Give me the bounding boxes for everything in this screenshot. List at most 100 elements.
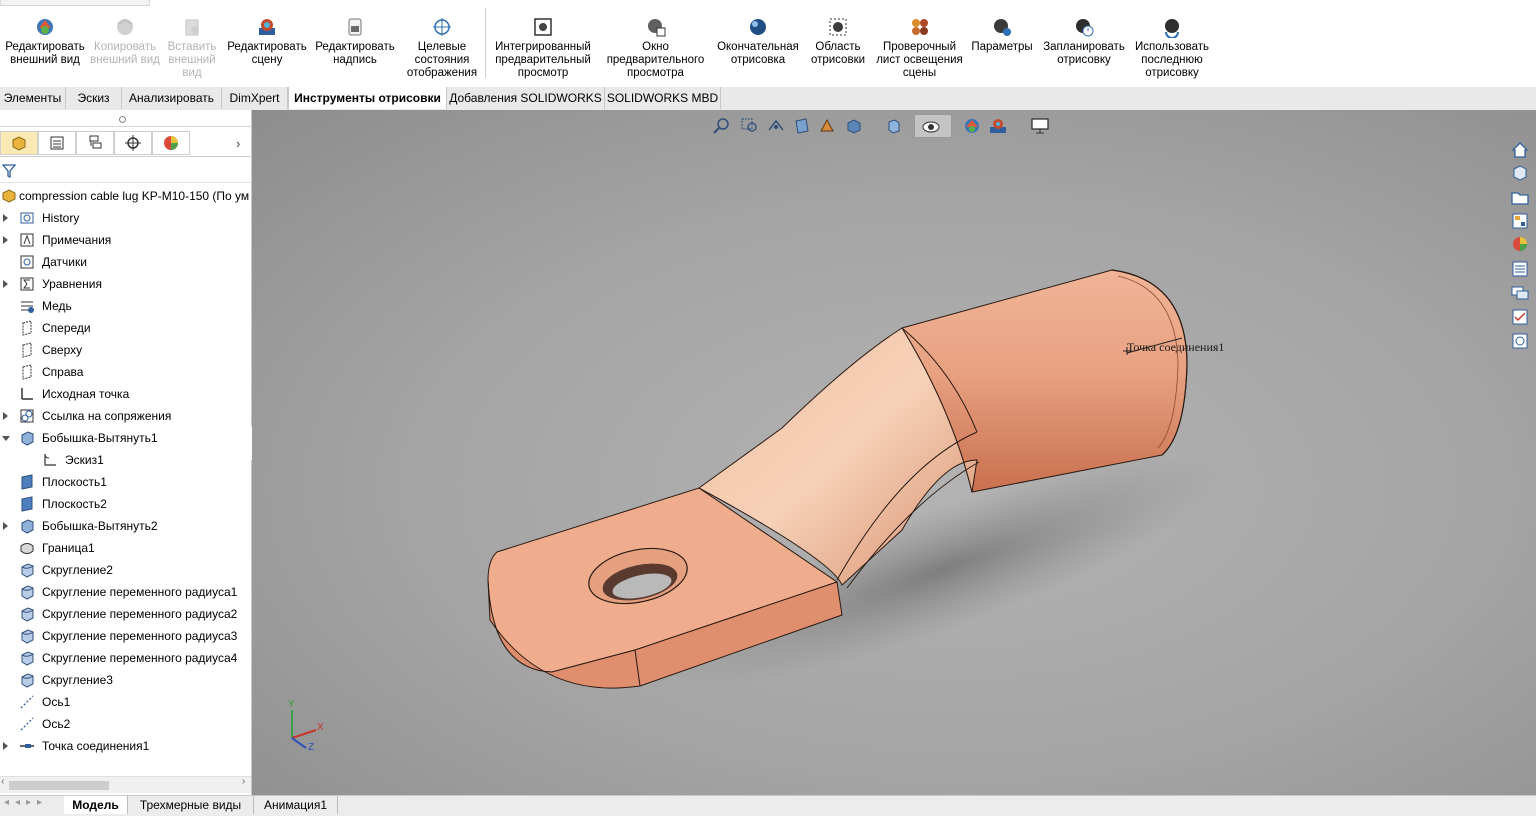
custom-properties-icon — [1512, 261, 1528, 277]
tab-scroll-arrows-icon[interactable]: ◂◂▸▸ — [4, 797, 48, 808]
task-pane-design-checker[interactable] — [1510, 307, 1534, 329]
tab-model[interactable]: Модель — [64, 796, 128, 814]
expand-arrow-icon[interactable] — [3, 214, 8, 222]
tab-feature-manager[interactable] — [0, 131, 38, 155]
task-pane-appearances[interactable] — [1510, 234, 1534, 256]
tree-item[interactable]: Точка соединения1 — [0, 735, 251, 757]
edit-appearance-button[interactable]: Редактировать внешний вид — [4, 16, 86, 67]
render-region-button[interactable]: Область отрисовки — [806, 16, 870, 67]
tree-item[interactable]: Сверху — [0, 339, 251, 361]
edit-decal-button[interactable]: Редактировать надпись — [312, 16, 398, 67]
tree-item[interactable]: Датчики — [0, 251, 251, 273]
task-pane-solidworks-forum[interactable] — [1510, 331, 1534, 353]
tree-item[interactable]: Ось2 — [0, 713, 251, 735]
tree-item[interactable]: Скругление переменного радиуса1 — [0, 581, 251, 603]
schedule-render-button[interactable]: Запланировать отрисовку — [1040, 16, 1128, 67]
tree-item[interactable]: Бобышка-Вытянуть2 — [0, 515, 251, 537]
target-display-states-button[interactable]: Целевые состояния отображения — [401, 16, 483, 80]
tab-features[interactable]: Элементы — [0, 87, 66, 109]
expand-arrow-icon[interactable] — [3, 742, 8, 750]
tree-horizontal-scrollbar[interactable]: ‹ › — [0, 776, 251, 793]
task-pane-custom-properties[interactable] — [1510, 259, 1534, 281]
task-pane-home[interactable] — [1510, 140, 1534, 162]
plane-icon — [22, 320, 32, 336]
tab-3d-views[interactable]: Трехмерные виды — [128, 796, 254, 814]
quick-access-stub — [0, 0, 150, 6]
tree-item[interactable]: Ось1 — [0, 691, 251, 713]
feature-manager-panel: › compression cable lug KP-M10-150 (По у… — [0, 110, 252, 795]
edit-scene-button[interactable]: Редактировать сцену — [224, 16, 310, 67]
cable-lug-model[interactable] — [252, 110, 1536, 795]
filter-icon[interactable] — [2, 164, 16, 178]
fillet-icon — [21, 651, 34, 666]
graphics-viewport[interactable]: ◧ ◨ – ❐ ✕ — [252, 110, 1536, 795]
collapse-arrow-icon[interactable] — [2, 436, 10, 441]
tree-item[interactable]: Спереди — [0, 317, 251, 339]
expand-arrow-icon[interactable] — [3, 522, 8, 530]
tab-dimxpert[interactable]: DimXpert — [222, 87, 288, 109]
forum-icon — [1511, 286, 1529, 300]
connection-point-label[interactable]: Точка соединения1 — [1127, 340, 1224, 355]
preview-window-button[interactable]: Окно предварительного просмотра — [602, 16, 709, 80]
tab-display-manager[interactable] — [152, 131, 190, 155]
tree-item[interactable]: Скругление переменного радиуса2 — [0, 603, 251, 625]
edit-scene-icon — [259, 19, 275, 35]
tree-item-label: Уравнения — [42, 277, 102, 291]
tree-item[interactable]: Эскиз1 — [0, 449, 251, 471]
expand-arrow-icon[interactable] — [3, 236, 8, 244]
panel-grip-icon[interactable] — [119, 116, 126, 123]
tree-item[interactable]: Плоскость2 — [0, 493, 251, 515]
tree-item[interactable]: Ссылка на сопряжения — [0, 405, 251, 427]
tab-solidworks-mbd[interactable]: SOLIDWORKS MBD — [605, 87, 721, 109]
tree-item[interactable]: Скругление переменного радиуса3 — [0, 625, 251, 647]
tree-item[interactable]: Граница1 — [0, 537, 251, 559]
task-pane-forum[interactable] — [1510, 283, 1534, 305]
tab-dimxpert-manager[interactable] — [114, 131, 152, 155]
tree-item[interactable]: Примечания — [0, 229, 251, 251]
tree-item-label: Скругление переменного радиуса1 — [42, 585, 238, 599]
triad-x-axis — [291, 729, 317, 739]
tree-item[interactable]: Скругление3 — [0, 669, 251, 691]
integrated-preview-button[interactable]: Интегрированный предварительный просмотр — [491, 16, 595, 80]
tab-render-tools[interactable]: Инструменты отрисовки — [288, 87, 447, 109]
task-pane-view-palette[interactable] — [1510, 211, 1534, 233]
scene-illumination-proof-sheet-button[interactable]: Проверочный лист освещения сцены — [873, 16, 966, 80]
tab-property-manager[interactable] — [38, 131, 76, 155]
copy-appearance-button[interactable]: Копировать внешний вид — [88, 16, 162, 67]
tree-item[interactable]: Справа — [0, 361, 251, 383]
part-icon — [2, 189, 16, 203]
paste-appearance-button[interactable]: Вставить внешний вид — [162, 16, 222, 80]
scrollbar-thumb[interactable] — [9, 781, 109, 790]
tree-root[interactable]: compression cable lug KP-M10-150 (По ум — [0, 185, 251, 207]
tree-item[interactable]: Скругление переменного радиуса4 — [0, 647, 251, 669]
tab-solidworks-addins[interactable]: Добавления SOLIDWORKS — [447, 87, 605, 109]
recall-last-render-button[interactable]: Использовать последнюю отрисовку — [1132, 16, 1212, 80]
scroll-left-icon[interactable]: ‹ — [1, 776, 4, 787]
tree-item[interactable]: Уравнения — [0, 273, 251, 295]
scroll-right-icon[interactable]: › — [242, 776, 245, 787]
tab-evaluate[interactable]: Анализировать — [122, 87, 222, 109]
tree-item[interactable]: Скругление2 — [0, 559, 251, 581]
tree-item[interactable]: Исходная точка — [0, 383, 251, 405]
tree-filter-bar[interactable] — [0, 160, 251, 183]
tree-item[interactable]: History — [0, 207, 251, 229]
tab-animation1[interactable]: Анимация1 — [254, 796, 338, 814]
tree-item-label: Ось2 — [42, 717, 71, 731]
expand-arrow-icon[interactable] — [3, 280, 8, 288]
task-pane-file-explorer[interactable] — [1510, 188, 1534, 210]
tree-item[interactable]: Медь — [0, 295, 251, 317]
panel-tabs-next-arrow-icon[interactable]: › — [236, 136, 240, 151]
final-render-button[interactable]: Окончательная отрисовка — [712, 16, 804, 67]
render-options-button[interactable]: Параметры — [968, 16, 1036, 54]
tree-item[interactable]: Бобышка-Вытянуть1 — [0, 427, 251, 449]
expand-arrow-icon[interactable] — [3, 412, 8, 420]
task-pane-resources[interactable] — [1510, 163, 1534, 185]
options-icon — [994, 19, 1011, 36]
origin-icon — [21, 388, 33, 400]
tree-item-label: Точка соединения1 — [42, 739, 150, 753]
tab-configuration-manager[interactable] — [76, 131, 114, 155]
render-region-icon — [829, 18, 847, 36]
tree-item-label: Ось1 — [42, 695, 71, 709]
tree-item[interactable]: Плоскость1 — [0, 471, 251, 493]
tab-sketch[interactable]: Эскиз — [66, 87, 122, 109]
